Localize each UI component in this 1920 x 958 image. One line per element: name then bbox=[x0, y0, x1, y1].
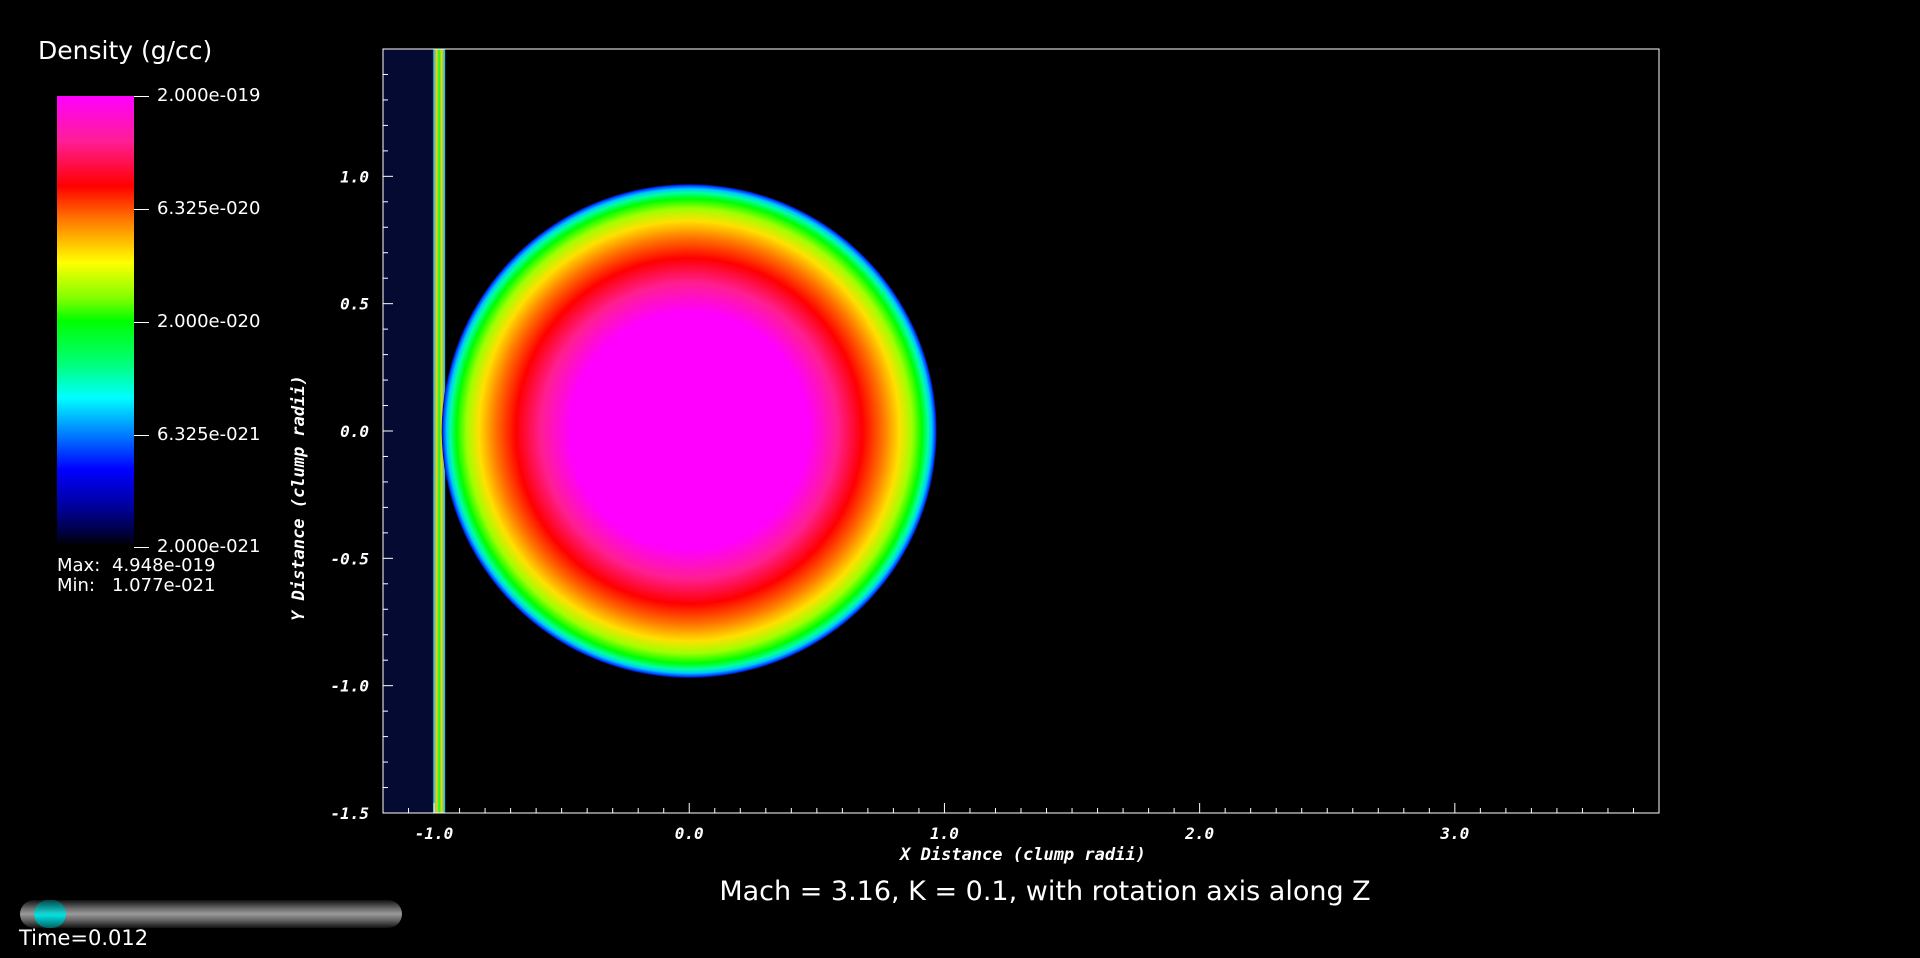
x-tick-label: 1.0 bbox=[930, 824, 959, 843]
time-label: Time=0.012 bbox=[19, 926, 149, 950]
x-axis-title: X Distance (clump radii) bbox=[898, 845, 1146, 865]
x-tick-label: 0.0 bbox=[675, 824, 704, 843]
x-tick-label: 2.0 bbox=[1184, 824, 1214, 843]
y-axis-title: Y Distance (clump radii) bbox=[289, 375, 309, 621]
time-slider-knob[interactable] bbox=[34, 900, 66, 928]
density-plot: -1.0 0.0 1.0 2.0 3.0 1.0 0.5 0.0 -0.5 -1.0 -1.5 X … bbox=[289, 48, 1660, 865]
plot-area: -1.0 0.0 1.0 2.0 3.0 1.0 0.5 0.0 -0.5 -1.0 -1.5 bbox=[330, 48, 1660, 843]
y-tick-label: -0.5 bbox=[330, 549, 369, 568]
x-tick-label: 3.0 bbox=[1439, 824, 1469, 843]
x-tick-label: -1.0 bbox=[415, 824, 454, 843]
time-slider[interactable] bbox=[20, 900, 402, 928]
y-tick-label: -1.5 bbox=[330, 804, 369, 823]
y-tick-label: 1.0 bbox=[340, 167, 369, 186]
y-tick-label: -1.0 bbox=[330, 677, 369, 696]
y-tick-label: 0.0 bbox=[340, 422, 369, 441]
y-tick-label: 0.5 bbox=[340, 295, 369, 314]
density-clump bbox=[441, 183, 937, 679]
